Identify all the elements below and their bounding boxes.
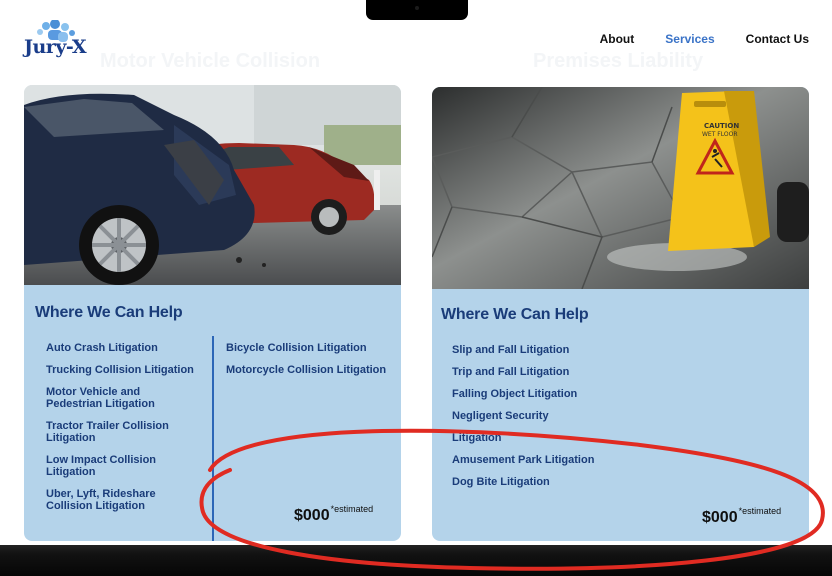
nav-about[interactable]: About xyxy=(600,32,635,46)
price-note: *estimated xyxy=(330,504,374,514)
service-link-auto-crash[interactable]: Auto Crash Litigation xyxy=(46,342,206,354)
camera-notch xyxy=(366,0,468,20)
site-logo[interactable]: Jury-X xyxy=(22,20,102,64)
service-link-rideshare[interactable]: Uber, Lyft, Rideshare Collision Litigati… xyxy=(46,488,171,512)
sign-text-caution: CAUTION xyxy=(704,122,739,130)
premises-liability-card: CAUTION WET FLOOR Where We Can Help Slip… xyxy=(432,87,809,541)
service-link-slip-fall[interactable]: Slip and Fall Litigation xyxy=(452,344,752,356)
camera-icon xyxy=(415,6,419,10)
price-value: $000 xyxy=(294,507,330,524)
price-estimate: $000*estimated xyxy=(294,504,373,525)
service-link-pedestrian[interactable]: Motor Vehicle and Pedestrian Litigation xyxy=(46,386,176,410)
car-crash-photo xyxy=(24,85,401,285)
price-note: *estimated xyxy=(738,506,782,516)
premises-service-list: Slip and Fall Litigation Trip and Fall L… xyxy=(452,344,752,488)
service-link-falling-object[interactable]: Falling Object Litigation xyxy=(452,388,752,400)
service-link-trucking[interactable]: Trucking Collision Litigation xyxy=(46,364,206,376)
service-link-amusement-park[interactable]: Amusement Park Litigation xyxy=(452,454,752,466)
service-link-motorcycle[interactable]: Motorcycle Collision Litigation xyxy=(226,364,396,376)
service-link-low-impact[interactable]: Low Impact Collision Litigation xyxy=(46,454,166,478)
service-link-litigation[interactable]: Litigation xyxy=(452,432,752,444)
collision-list-secondary: Bicycle Collision Litigation Motorcycle … xyxy=(226,342,396,376)
collision-list-primary: Auto Crash Litigation Trucking Collision… xyxy=(46,342,206,512)
help-heading: Where We Can Help xyxy=(35,304,183,321)
price-estimate: $000*estimated xyxy=(702,506,781,527)
nav-services[interactable]: Services xyxy=(665,32,714,46)
price-value: $000 xyxy=(702,509,738,526)
service-link-trip-fall[interactable]: Trip and Fall Litigation xyxy=(452,366,752,378)
wet-floor-sign-photo: CAUTION WET FLOOR xyxy=(432,87,809,289)
service-link-tractor-trailer[interactable]: Tractor Trailer Collision Litigation xyxy=(46,420,186,444)
motor-vehicle-card: Where We Can Help Auto Crash Litigation … xyxy=(24,85,401,541)
nav-contact-us[interactable]: Contact Us xyxy=(746,32,809,46)
column-divider xyxy=(212,336,214,541)
service-link-negligent-security[interactable]: Negligent Security xyxy=(452,410,752,422)
main-nav: About Services Contact Us xyxy=(600,32,809,46)
browser-viewport: Jury-X About Services Contact Us Motor V… xyxy=(0,0,832,545)
service-link-dog-bite[interactable]: Dog Bite Litigation xyxy=(452,476,752,488)
device-bezel xyxy=(0,545,832,576)
section-title-premises: Premises Liability xyxy=(533,50,704,72)
help-heading: Where We Can Help xyxy=(441,306,589,323)
service-link-bicycle[interactable]: Bicycle Collision Litigation xyxy=(226,342,396,354)
logo-text: Jury-X xyxy=(24,36,87,58)
sign-text-wet-floor: WET FLOOR xyxy=(702,131,738,138)
section-title-motor-vehicle: Motor Vehicle Collision xyxy=(100,50,321,72)
